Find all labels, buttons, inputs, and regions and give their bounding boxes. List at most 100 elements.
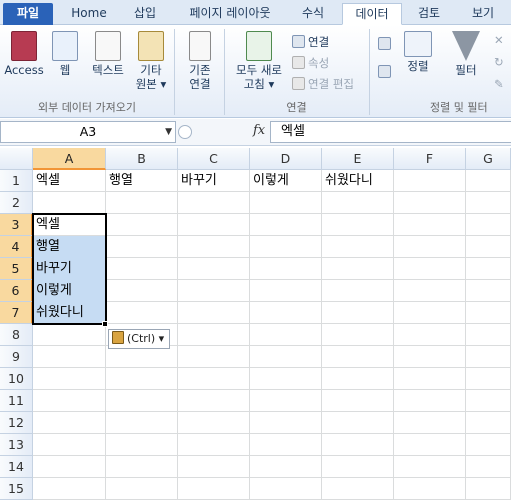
grid-cell[interactable] bbox=[33, 478, 106, 500]
grid-cell[interactable] bbox=[466, 258, 511, 280]
grid-cell[interactable] bbox=[466, 280, 511, 302]
grid-cell[interactable] bbox=[250, 258, 322, 280]
grid-cell[interactable] bbox=[394, 170, 466, 192]
column-header-c[interactable]: C bbox=[178, 148, 250, 170]
row-header-4[interactable]: 4 bbox=[0, 236, 33, 258]
grid-cell[interactable] bbox=[322, 390, 394, 412]
other-sources-button[interactable]: 기타 원본 ▾ bbox=[134, 31, 168, 91]
grid-cell[interactable] bbox=[394, 280, 466, 302]
grid-cell[interactable] bbox=[106, 236, 178, 258]
insert-function-button[interactable]: fx bbox=[253, 123, 265, 138]
grid-cell[interactable] bbox=[33, 412, 106, 434]
row-header-12[interactable]: 12 bbox=[0, 412, 33, 434]
grid-cell[interactable] bbox=[178, 412, 250, 434]
name-box[interactable]: A3 ▼ bbox=[0, 121, 176, 143]
grid-cell[interactable] bbox=[250, 236, 322, 258]
grid-cell[interactable] bbox=[178, 434, 250, 456]
grid-cell[interactable] bbox=[466, 390, 511, 412]
grid-cell[interactable] bbox=[33, 192, 106, 214]
grid-cell[interactable] bbox=[106, 478, 178, 500]
grid-cell[interactable] bbox=[178, 214, 250, 236]
paste-options-button[interactable]: (Ctrl) ▾ bbox=[108, 329, 170, 349]
grid-cell[interactable] bbox=[394, 192, 466, 214]
cell-a7[interactable]: 쉬웠다니 bbox=[33, 302, 106, 324]
grid-cell[interactable] bbox=[178, 368, 250, 390]
grid-cell[interactable] bbox=[33, 368, 106, 390]
grid-cell[interactable] bbox=[178, 236, 250, 258]
grid-cell[interactable] bbox=[466, 192, 511, 214]
tab-formulas[interactable]: 수식 bbox=[290, 3, 336, 25]
grid-cell[interactable] bbox=[322, 434, 394, 456]
grid-cell[interactable] bbox=[466, 236, 511, 258]
row-header-9[interactable]: 9 bbox=[0, 346, 33, 368]
grid-cell[interactable] bbox=[394, 478, 466, 500]
grid-cell[interactable] bbox=[33, 346, 106, 368]
row-header-14[interactable]: 14 bbox=[0, 456, 33, 478]
grid-cell[interactable] bbox=[178, 478, 250, 500]
grid-cell[interactable] bbox=[178, 258, 250, 280]
grid-cell[interactable] bbox=[33, 456, 106, 478]
tab-data[interactable]: 데이터 bbox=[342, 3, 402, 25]
grid-cell[interactable] bbox=[250, 368, 322, 390]
grid-cell[interactable] bbox=[178, 302, 250, 324]
grid-cell[interactable] bbox=[394, 302, 466, 324]
grid-cell[interactable] bbox=[250, 302, 322, 324]
grid-cell[interactable] bbox=[322, 192, 394, 214]
grid-cell[interactable] bbox=[106, 412, 178, 434]
connections-button[interactable]: 연결 bbox=[292, 34, 329, 50]
column-header-f[interactable]: F bbox=[394, 148, 466, 170]
tab-review[interactable]: 검토 bbox=[406, 3, 452, 25]
row-header-3[interactable]: 3 bbox=[0, 214, 33, 236]
row-header-11[interactable]: 11 bbox=[0, 390, 33, 412]
grid-cell[interactable] bbox=[394, 390, 466, 412]
grid-cell[interactable] bbox=[466, 368, 511, 390]
row-header-10[interactable]: 10 bbox=[0, 368, 33, 390]
grid-cell[interactable] bbox=[250, 412, 322, 434]
row-header-8[interactable]: 8 bbox=[0, 324, 33, 346]
reapply-filter-icon[interactable]: ↻ bbox=[494, 55, 504, 69]
grid-cell[interactable] bbox=[322, 214, 394, 236]
grid-cell[interactable] bbox=[250, 214, 322, 236]
column-header-e[interactable]: E bbox=[322, 148, 394, 170]
grid-cell[interactable] bbox=[250, 434, 322, 456]
grid-cell[interactable] bbox=[466, 170, 511, 192]
grid-cell[interactable] bbox=[466, 434, 511, 456]
grid-cell[interactable] bbox=[33, 390, 106, 412]
row-header-1[interactable]: 1 bbox=[0, 170, 33, 192]
text-button[interactable]: 텍스트 bbox=[86, 31, 130, 77]
grid-cell[interactable] bbox=[322, 478, 394, 500]
chevron-down-icon[interactable]: ▼ bbox=[165, 122, 172, 142]
grid-cell[interactable] bbox=[322, 236, 394, 258]
sort-descending-button[interactable] bbox=[378, 65, 394, 79]
grid-cell[interactable] bbox=[106, 390, 178, 412]
cell-a6[interactable]: 이렇게 bbox=[33, 280, 106, 302]
grid-cell[interactable] bbox=[466, 214, 511, 236]
row-header-2[interactable]: 2 bbox=[0, 192, 33, 214]
grid-cell[interactable] bbox=[466, 412, 511, 434]
grid-cell[interactable] bbox=[250, 280, 322, 302]
grid-cell[interactable] bbox=[322, 258, 394, 280]
grid-cell[interactable] bbox=[33, 434, 106, 456]
tab-file[interactable]: 파일 bbox=[3, 3, 53, 25]
expand-handle-icon[interactable] bbox=[178, 125, 192, 139]
column-header-d[interactable]: D bbox=[250, 148, 322, 170]
grid-cell[interactable] bbox=[250, 390, 322, 412]
filter-button[interactable]: 필터 bbox=[446, 31, 486, 77]
grid-cell[interactable] bbox=[322, 368, 394, 390]
grid-cell[interactable] bbox=[466, 324, 511, 346]
existing-connections-button[interactable]: 기존 연결 bbox=[180, 31, 220, 91]
grid-cell[interactable] bbox=[250, 478, 322, 500]
cell-d1[interactable]: 이렇게 bbox=[250, 170, 322, 192]
select-all-corner[interactable] bbox=[0, 148, 33, 170]
row-header-7[interactable]: 7 bbox=[0, 302, 33, 324]
grid-cell[interactable] bbox=[322, 324, 394, 346]
cell-b1[interactable]: 행열 bbox=[106, 170, 178, 192]
column-header-g[interactable]: G bbox=[466, 148, 511, 170]
grid-cell[interactable] bbox=[394, 214, 466, 236]
grid-cell[interactable] bbox=[178, 280, 250, 302]
grid-cell[interactable] bbox=[106, 434, 178, 456]
grid-cell[interactable] bbox=[466, 478, 511, 500]
cell-c1[interactable]: 바꾸기 bbox=[178, 170, 250, 192]
tab-view[interactable]: 보기 bbox=[460, 3, 506, 25]
cell-a5[interactable]: 바꾸기 bbox=[33, 258, 106, 280]
